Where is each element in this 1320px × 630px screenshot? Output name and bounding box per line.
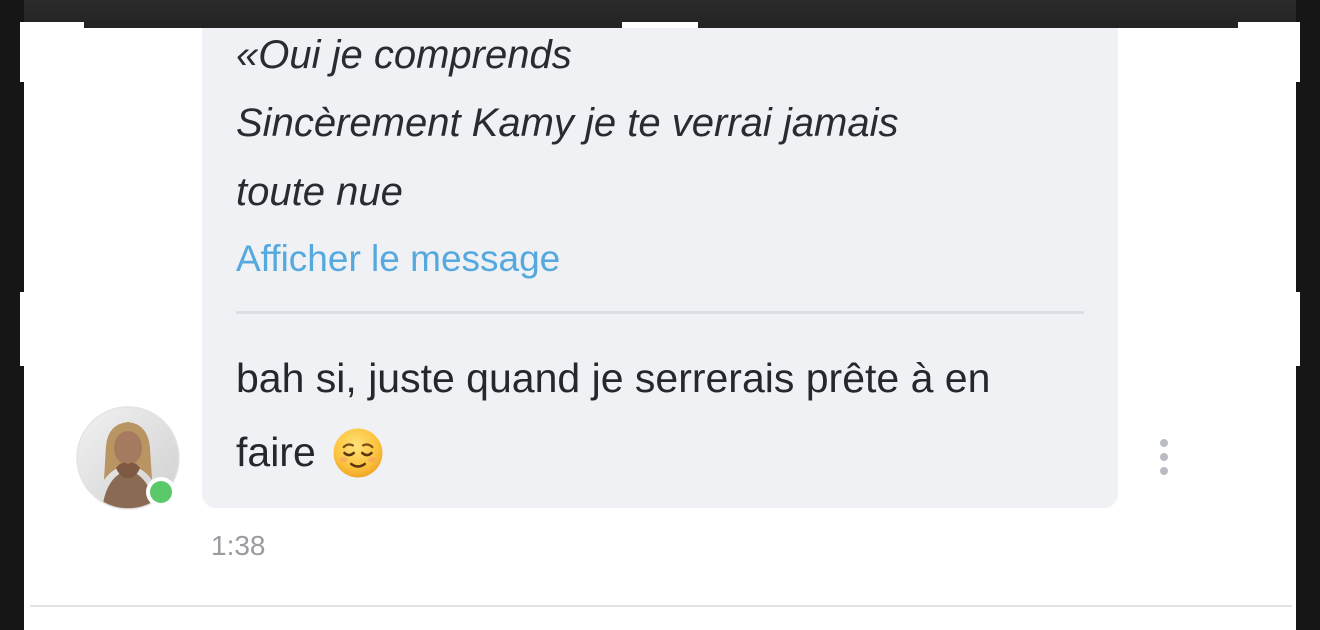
reply-text-word: faire bbox=[236, 429, 316, 475]
screenshot-frame: «Oui je comprends Sincèrement Kamy je te… bbox=[0, 0, 1320, 630]
crop-edge bbox=[20, 292, 30, 366]
show-message-link[interactable]: Afficher le message bbox=[236, 238, 560, 280]
reply-text-line: bah si, juste quand je serrerais prête à… bbox=[236, 355, 991, 401]
message-timestamp: 1:38 bbox=[211, 530, 266, 561]
relieved-face-emoji bbox=[333, 428, 383, 478]
crop-edge bbox=[1290, 28, 1300, 82]
section-divider bbox=[30, 605, 1292, 607]
quoted-text-line: Sincèrement Kamy je te verrai jamais bbox=[236, 101, 899, 145]
vertical-ellipsis-icon[interactable] bbox=[1152, 436, 1176, 480]
online-status-dot bbox=[146, 477, 176, 507]
reply-text-line-with-emoji: faire bbox=[236, 426, 385, 480]
crop-edge bbox=[20, 28, 30, 82]
quoted-text-line: «Oui je comprends bbox=[236, 33, 572, 77]
quoted-text-line: toute nue bbox=[236, 170, 403, 214]
quote-divider bbox=[236, 311, 1084, 314]
crop-edge bbox=[1290, 292, 1300, 366]
